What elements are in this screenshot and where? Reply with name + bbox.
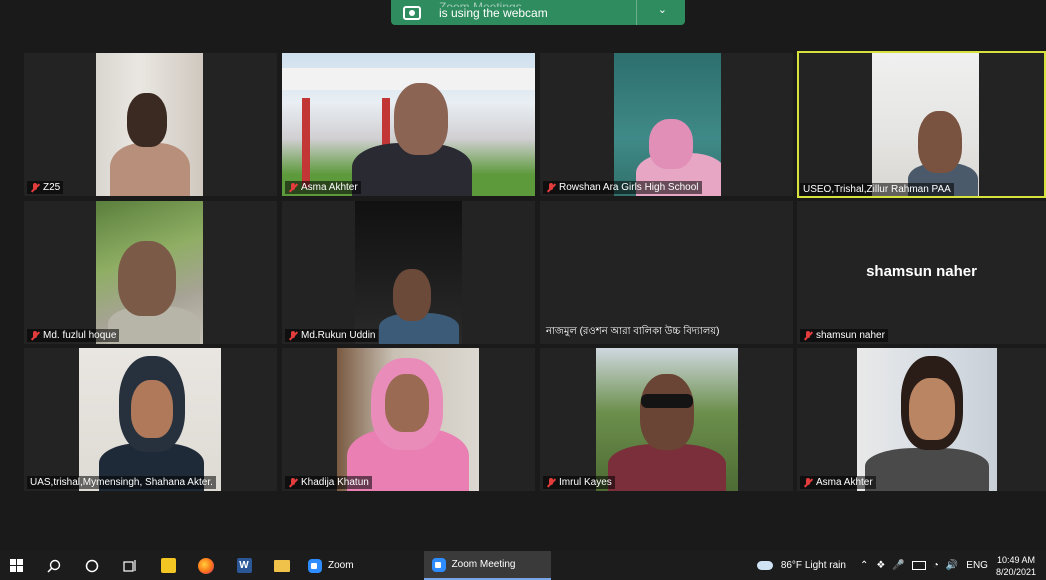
video-tile[interactable]: Asma Akhter xyxy=(282,53,535,196)
participant-video xyxy=(96,53,203,196)
muted-mic-icon xyxy=(288,182,298,193)
active-speaker-tile[interactable]: USEO,Trishal,Zillur Rahman PAA xyxy=(797,51,1046,198)
video-tile[interactable]: UAS,trishal,Mymensingh, Shahana Akter. xyxy=(24,348,277,491)
word-icon[interactable]: W xyxy=(232,554,256,578)
video-tile[interactable]: shamsun naher shamsun naher xyxy=(797,201,1046,344)
taskbar-app-zoom-meeting[interactable]: Zoom Meeting xyxy=(423,551,551,580)
video-tile[interactable]: Asma Akhter xyxy=(797,348,1046,491)
participant-video xyxy=(79,348,221,491)
participant-name: Z25 xyxy=(27,181,64,194)
clock-date: 8/20/2021 xyxy=(995,566,1036,577)
banner-message: is using the webcam xyxy=(439,5,548,20)
participant-name: Asma Akhter xyxy=(800,476,876,489)
zoom-icon xyxy=(308,558,322,573)
speaker-icon[interactable]: 🔊 xyxy=(946,560,958,571)
participant-name: নাজমুল (রওশন আরা বালিকা উচ্চ বিদ্যালয়) xyxy=(546,326,720,337)
participant-video xyxy=(96,201,203,344)
muted-mic-icon xyxy=(30,330,40,341)
muted-mic-icon xyxy=(288,330,298,341)
video-tile[interactable]: Imrul Kayes xyxy=(540,348,793,491)
zoom-icon xyxy=(431,557,446,572)
participant-name: Khadija Khatun xyxy=(285,476,372,489)
cloud-icon xyxy=(756,561,773,570)
wifi-icon[interactable]: ◔ xyxy=(933,560,939,571)
participant-display-name: shamsun naher xyxy=(866,263,977,280)
system-tray: 86°F Light rain ⌃ ❖ 🎤 ◔ 🔊 ENG 10:49 AM 8… xyxy=(756,551,1036,580)
participant-video xyxy=(355,201,462,344)
participant-name: Md. fuzlul hoque xyxy=(27,329,120,342)
video-tile[interactable]: নাজমুল (রওশন আরা বালিকা উচ্চ বিদ্যালয়) xyxy=(540,201,793,344)
muted-mic-icon xyxy=(30,182,40,193)
video-tile[interactable]: Md. fuzlul hoque xyxy=(24,201,277,344)
video-tile[interactable]: Z25 xyxy=(24,53,277,196)
participant-name: Asma Akhter xyxy=(285,181,361,194)
participant-name: Md.Rukun Uddin xyxy=(285,329,379,342)
muted-mic-icon xyxy=(546,477,556,488)
video-tile[interactable]: Rowshan Ara Girls High School xyxy=(540,53,793,196)
search-icon[interactable] xyxy=(42,554,66,578)
participant-name: Imrul Kayes xyxy=(543,476,615,489)
file-explorer-icon[interactable] xyxy=(270,554,294,578)
webcam-icon xyxy=(403,5,421,20)
participant-name: Rowshan Ara Girls High School xyxy=(543,181,702,194)
webcam-notification-banner[interactable]: Zoom Meetings is using the webcam ⌄ xyxy=(391,0,685,25)
sticky-notes-icon[interactable] xyxy=(156,554,180,578)
clock[interactable]: 10:49 AM 8/20/2021 xyxy=(996,554,1036,578)
participant-name: shamsun naher xyxy=(800,329,888,342)
participant-video xyxy=(857,348,997,491)
banner-divider xyxy=(636,0,637,25)
video-tile[interactable]: Md.Rukun Uddin xyxy=(282,201,535,344)
weather-status[interactable]: 86°F Light rain xyxy=(781,560,846,571)
taskbar-app-zoom[interactable]: Zoom xyxy=(300,551,362,580)
chevron-down-icon[interactable]: ⌄ xyxy=(658,3,667,16)
dropbox-icon[interactable]: ❖ xyxy=(876,560,885,571)
task-view-icon[interactable] xyxy=(118,554,142,578)
muted-mic-icon xyxy=(288,477,298,488)
input-language[interactable]: ENG xyxy=(966,560,988,571)
participant-video xyxy=(282,53,535,196)
windows-start-icon[interactable] xyxy=(4,554,28,578)
firefox-icon[interactable] xyxy=(194,554,218,578)
cortana-icon[interactable] xyxy=(80,554,104,578)
participant-video xyxy=(614,53,721,196)
muted-mic-icon xyxy=(803,477,813,488)
windows-taskbar: W Zoom Zoom Meeting 86°F Light rain ⌃ ❖ … xyxy=(0,551,1046,580)
battery-icon[interactable] xyxy=(911,561,926,570)
participant-video xyxy=(337,348,479,491)
participant-name: USEO,Trishal,Zillur Rahman PAA xyxy=(800,183,954,196)
muted-mic-icon xyxy=(546,182,556,193)
participant-video xyxy=(872,53,979,196)
participant-video xyxy=(596,348,738,491)
participant-name: UAS,trishal,Mymensingh, Shahana Akter. xyxy=(27,476,216,489)
chevron-up-icon[interactable]: ⌃ xyxy=(860,560,868,571)
clock-time: 10:49 AM xyxy=(996,554,1035,565)
microphone-icon[interactable]: 🎤 xyxy=(892,560,904,571)
video-tile[interactable]: Khadija Khatun xyxy=(282,348,535,491)
muted-mic-icon xyxy=(803,330,813,341)
